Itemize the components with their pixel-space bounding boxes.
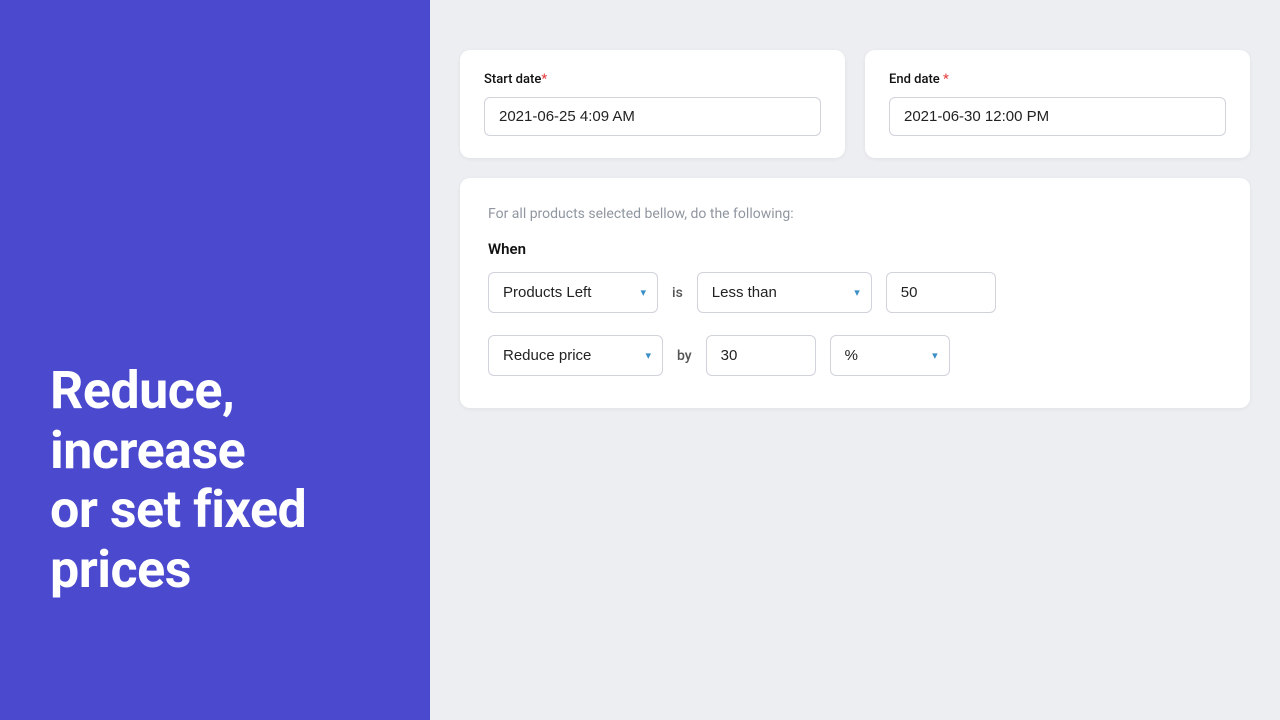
action-field-wrapper: Reduce price ▾ (488, 335, 663, 376)
when-label: When (488, 240, 1222, 258)
hero-line-4: prices (50, 539, 191, 600)
main-content: Start date* End date * For all products … (430, 0, 1280, 720)
by-connector: by (677, 348, 692, 364)
action-row: Reduce price ▾ by % ▾ (488, 335, 1222, 376)
condition-number-input[interactable] (886, 272, 996, 313)
action-unit-select[interactable]: % (830, 335, 950, 376)
action-number-input[interactable] (706, 335, 816, 376)
end-date-label: End date * (889, 72, 1226, 87)
condition-type-wrapper: Less than ▾ (697, 272, 872, 313)
condition-type-select[interactable]: Less than (697, 272, 872, 313)
action-field-select[interactable]: Reduce price (488, 335, 663, 376)
hero-text: Reduce, increase or set fixed prices (50, 361, 306, 600)
condition-row: Products Left ▾ is Less than ▾ (488, 272, 1222, 313)
end-date-card: End date * (865, 50, 1250, 158)
start-date-input[interactable] (484, 97, 821, 136)
action-unit-wrapper: % ▾ (830, 335, 950, 376)
hero-line-3: or set fixed (50, 479, 306, 540)
hero-line-1: Reduce, (50, 360, 234, 421)
rules-card: For all products selected bellow, do the… (460, 178, 1250, 408)
start-date-label: Start date* (484, 72, 821, 87)
rules-description: For all products selected bellow, do the… (488, 206, 1222, 222)
condition-field-select[interactable]: Products Left (488, 272, 658, 313)
hero-line-2: increase (50, 420, 245, 481)
condition-field-wrapper: Products Left ▾ (488, 272, 658, 313)
hero-panel: Reduce, increase or set fixed prices (0, 0, 430, 720)
date-row: Start date* End date * (460, 50, 1250, 158)
is-connector: is (672, 285, 683, 301)
start-date-card: Start date* (460, 50, 845, 158)
end-date-input[interactable] (889, 97, 1226, 136)
